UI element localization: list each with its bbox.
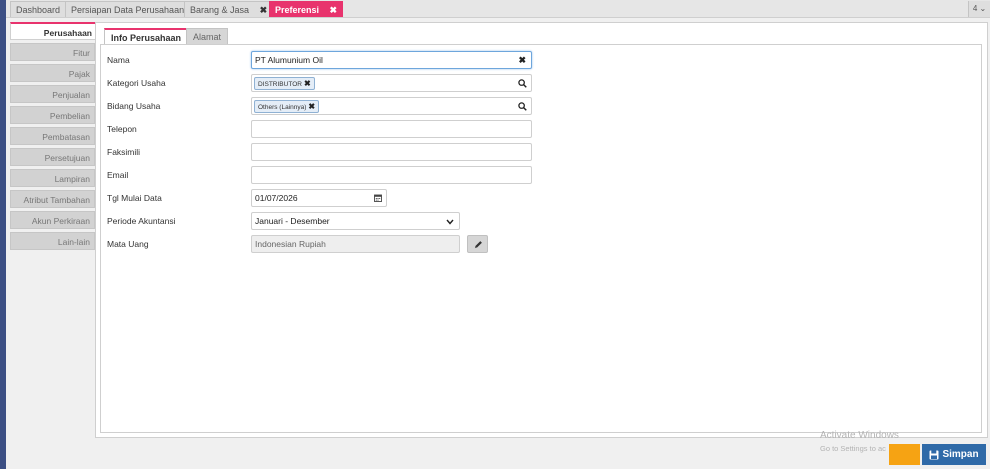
faksimili-input[interactable] xyxy=(251,143,532,161)
side-tab-pajak[interactable]: Pajak xyxy=(10,64,95,82)
main-panel: Info Perusahaan Alamat Nama PT Alumunium… xyxy=(95,22,988,438)
side-tab-pembelian[interactable]: Pembelian xyxy=(10,106,95,124)
periode-akuntansi-label: Periode Akuntansi xyxy=(107,216,176,226)
tab-persiapan-data-perusahaan[interactable]: Persiapan Data Perusahaan xyxy=(65,1,191,17)
search-icon[interactable] xyxy=(518,102,527,111)
tgl-mulai-data-input[interactable]: 01/07/2026 xyxy=(251,189,387,207)
preferences-side-nav: Perusahaan Fitur Pajak Penjualan Pembeli… xyxy=(10,22,96,253)
tab-barang-jasa[interactable]: Barang & Jasa ✖ xyxy=(184,1,274,17)
close-icon[interactable]: ✖ xyxy=(308,102,315,111)
side-tab-lain-lain[interactable]: Lain-lain xyxy=(10,232,95,250)
side-tab-penjualan[interactable]: Penjualan xyxy=(10,85,95,103)
tab-label: Preferensi xyxy=(275,5,320,15)
top-tab-bar: Dashboard Persiapan Data Perusahaan Bara… xyxy=(6,0,990,18)
faksimili-label: Faksimili xyxy=(107,147,141,157)
kategori-chip-label: DISTRIBUTOR xyxy=(258,81,302,88)
side-tab-akun-perkiraan[interactable]: Akun Perkiraan xyxy=(10,211,95,229)
nama-input[interactable]: PT Alumunium Oil ✖ xyxy=(251,51,532,69)
kategori-usaha-label: Kategori Usaha xyxy=(107,78,166,88)
secondary-action-button[interactable] xyxy=(889,444,920,465)
pencil-icon xyxy=(474,241,482,249)
bidang-chip-label: Others (Lainnya) xyxy=(258,104,307,111)
tab-dashboard[interactable]: Dashboard xyxy=(10,1,67,17)
left-nav-strip xyxy=(0,0,6,469)
tab-label: Persiapan Data Perusahaan xyxy=(71,5,185,15)
floppy-disk-icon xyxy=(929,450,939,459)
mata-uang-field: Indonesian Rupiah xyxy=(251,235,460,253)
save-button[interactable]: Simpan xyxy=(922,444,986,465)
tab-label: Dashboard xyxy=(16,5,61,15)
activate-windows-watermark: Activate Windows xyxy=(820,430,899,441)
side-tab-persetujuan[interactable]: Persetujuan xyxy=(10,148,95,166)
telepon-label: Telepon xyxy=(107,124,137,134)
tgl-mulai-data-label: Tgl Mulai Data xyxy=(107,193,162,203)
email-label: Email xyxy=(107,170,129,180)
close-icon[interactable]: ✖ xyxy=(260,5,268,15)
tab-label: Barang & Jasa xyxy=(190,5,250,15)
kategori-usaha-select[interactable]: DISTRIBUTOR ✖ xyxy=(251,74,532,92)
tab-alamat[interactable]: Alamat xyxy=(186,28,229,45)
close-icon[interactable]: ✖ xyxy=(304,79,311,88)
side-tab-atribut-tambahan[interactable]: Atribut Tambahan xyxy=(10,190,95,208)
calendar-icon[interactable] xyxy=(374,194,382,202)
email-input[interactable] xyxy=(251,166,532,184)
periode-akuntansi-value: Januari - Desember xyxy=(255,216,330,226)
telepon-input[interactable] xyxy=(251,120,532,138)
tab-preferensi[interactable]: Preferensi ✖ xyxy=(269,1,344,17)
chevron-down-icon xyxy=(446,219,454,225)
side-tab-lampiran[interactable]: Lampiran xyxy=(10,169,95,187)
company-info-form: Nama PT Alumunium Oil ✖ Kategori Usaha D… xyxy=(100,44,982,433)
side-tab-fitur[interactable]: Fitur xyxy=(10,43,95,61)
side-tab-pembatasan[interactable]: Pembatasan xyxy=(10,127,95,145)
periode-akuntansi-select[interactable]: Januari - Desember xyxy=(251,212,460,230)
close-icon[interactable]: ✖ xyxy=(518,52,526,68)
save-button-label: Simpan xyxy=(942,449,979,460)
nama-value: PT Alumunium Oil xyxy=(255,55,323,65)
close-icon[interactable]: ✖ xyxy=(330,5,338,15)
bidang-usaha-label: Bidang Usaha xyxy=(107,101,161,111)
edit-currency-button[interactable] xyxy=(467,235,488,253)
bidang-chip: Others (Lainnya) ✖ xyxy=(254,100,320,113)
nama-label: Nama xyxy=(107,55,130,65)
bidang-usaha-select[interactable]: Others (Lainnya) ✖ xyxy=(251,97,532,115)
tab-count-dropdown[interactable]: 4 ⌄ xyxy=(968,1,990,17)
mata-uang-label: Mata Uang xyxy=(107,239,149,249)
tab-info-perusahaan[interactable]: Info Perusahaan xyxy=(104,28,189,45)
side-tab-perusahaan[interactable]: Perusahaan xyxy=(10,22,96,40)
tgl-mulai-data-value: 01/07/2026 xyxy=(255,193,298,203)
kategori-chip: DISTRIBUTOR ✖ xyxy=(254,77,315,90)
activate-windows-hint: Go to Settings to ac xyxy=(820,444,886,453)
search-icon[interactable] xyxy=(518,79,527,88)
